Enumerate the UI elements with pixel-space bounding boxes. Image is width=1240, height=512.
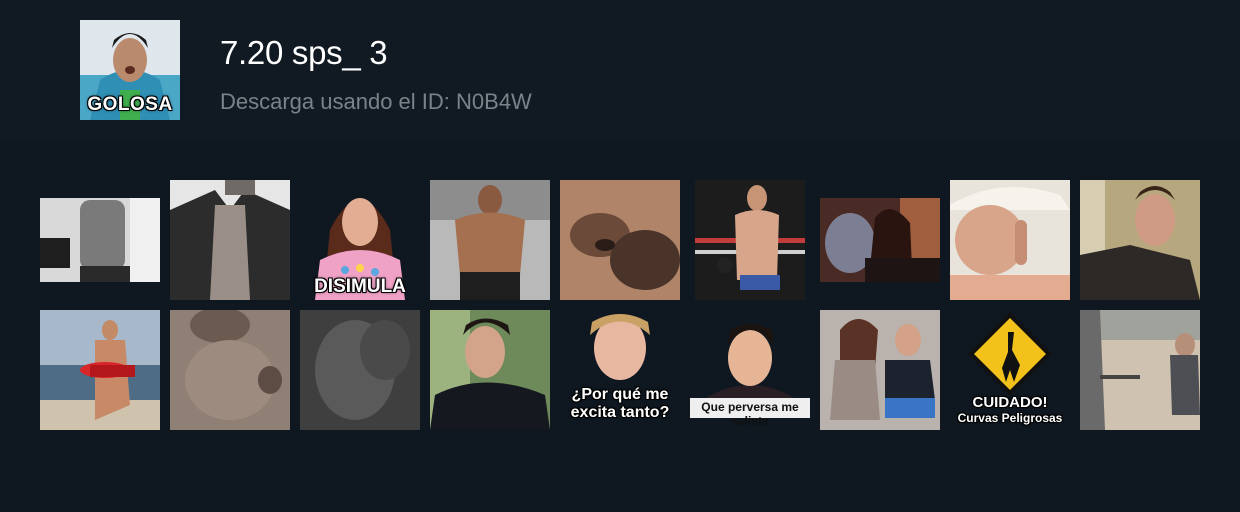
sticker-caption: ¿Por qué me excita tanto?	[570, 386, 670, 421]
sticker-man-dark-hair[interactable]	[430, 310, 550, 430]
sticker-caption-secondary: Curvas Peligrosas	[957, 411, 1063, 425]
sticker-couple-bed[interactable]	[820, 198, 940, 282]
sticker-por-que-me-excita[interactable]: ¿Por qué me excita tanto?	[560, 310, 680, 430]
sticker-caption: CUIDADO!	[972, 394, 1048, 411]
sticker-cowboy-hat[interactable]	[950, 180, 1070, 300]
sticker-closeup-face[interactable]	[560, 180, 680, 300]
pack-download-id: Descarga usando el ID: N0B4W	[220, 89, 532, 114]
sticker-man-open-shirt[interactable]	[170, 180, 290, 300]
pack-icon-image[interactable]: GOLOSA	[80, 20, 180, 120]
sticker-man-gray-shirt[interactable]	[40, 198, 160, 282]
sticker-lifeguard-beach[interactable]	[40, 310, 160, 430]
pack-header: GOLOSA 7.20 sps_ 3 Descarga usando el ID…	[0, 0, 1240, 141]
sticker-woman-disimula[interactable]: DISIMULA	[300, 180, 420, 300]
sticker-que-perversa[interactable]: Que perversa me saliste	[690, 310, 810, 430]
sticker-wet-skin[interactable]	[170, 310, 290, 430]
sticker-boxing-ring[interactable]	[695, 180, 805, 300]
sticker-man-pointing[interactable]	[1080, 180, 1200, 300]
sticker-shirtless-man[interactable]	[430, 180, 550, 300]
sticker-cuidado-curvas[interactable]: CUIDADO! Curvas Peligrosas	[950, 310, 1070, 430]
sticker-caption: DISIMULA	[314, 276, 406, 297]
sticker-couple-couch[interactable]	[820, 310, 940, 430]
sticker-dark-blur[interactable]	[300, 310, 420, 430]
pack-title: 7.20 sps_ 3	[220, 34, 388, 71]
sticker-caption: Que perversa me saliste	[701, 400, 799, 428]
sticker-street-scene[interactable]	[1080, 310, 1200, 430]
pack-icon-caption: GOLOSA	[87, 94, 173, 115]
